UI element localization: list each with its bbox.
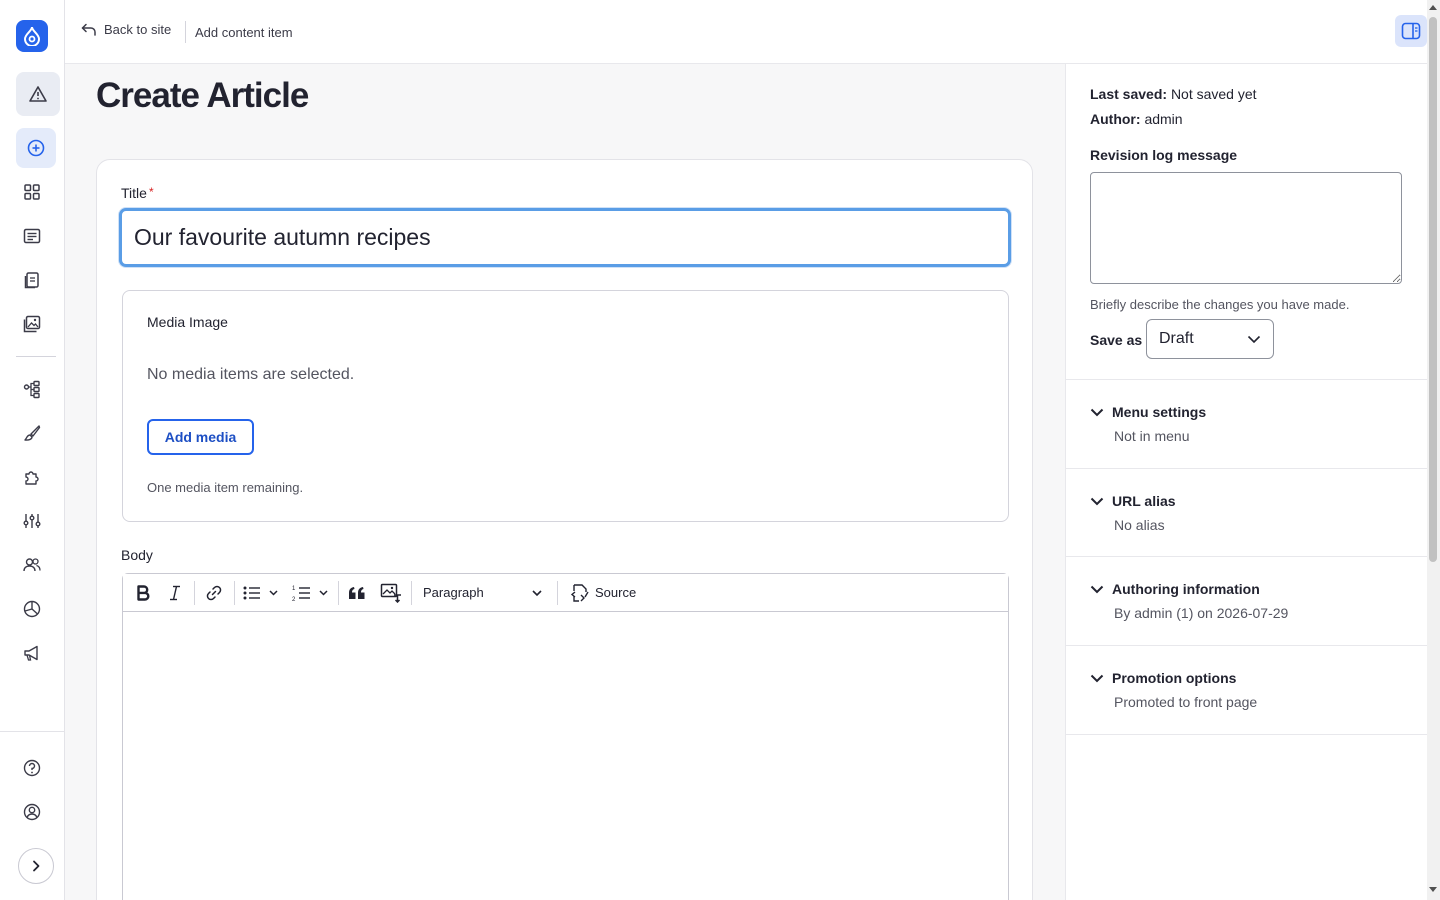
last-saved-label: Last saved: xyxy=(1090,86,1168,102)
revision-log-label: Revision log message xyxy=(1090,147,1238,163)
topbar-divider xyxy=(185,21,186,43)
editor-toolbar: 12 Paragraph Source xyxy=(123,574,1008,612)
sidebar-footer-divider xyxy=(0,731,65,732)
structure-icon[interactable] xyxy=(14,371,50,407)
top-bar: Back to site Add content item xyxy=(65,0,1427,64)
back-to-site-label: Back to site xyxy=(104,22,172,37)
insert-image-icon[interactable] xyxy=(377,580,405,606)
paragraph-chevron-down-icon[interactable] xyxy=(529,580,545,606)
revision-log-textarea[interactable] xyxy=(1090,172,1402,284)
drupal-logo-icon[interactable] xyxy=(16,20,48,52)
revision-log-help: Briefly describe the changes you have ma… xyxy=(1090,297,1350,312)
last-saved-value: Not saved yet xyxy=(1170,86,1257,102)
admin-sidebar xyxy=(0,0,65,900)
chevron-down-icon xyxy=(1090,585,1104,593)
link-icon[interactable] xyxy=(201,580,227,606)
url-alias-header[interactable]: URL alias xyxy=(1090,493,1176,509)
author-label: Author: xyxy=(1090,111,1141,127)
meta-sidebar-panel: Last saved: Not saved yet Author: admin … xyxy=(1065,64,1428,900)
author-value: admin xyxy=(1144,111,1183,127)
save-as-label: Save as xyxy=(1090,332,1143,348)
title-input[interactable] xyxy=(119,208,1011,267)
toolbar-separator xyxy=(557,581,558,605)
scroll-up-arrow-icon[interactable] xyxy=(1429,5,1437,10)
media-empty-message: No media items are selected. xyxy=(147,366,355,383)
dashboard-grid-icon[interactable] xyxy=(14,174,50,210)
promotion-options-title: Promotion options xyxy=(1112,670,1237,686)
announcements-megaphone-icon[interactable] xyxy=(14,635,50,671)
title-label-text: Title xyxy=(121,185,147,201)
bulleted-list-icon[interactable] xyxy=(241,580,283,606)
url-alias-section[interactable]: URL alias No alias xyxy=(1066,468,1428,556)
sidebar-divider xyxy=(16,356,56,357)
content-list-icon[interactable] xyxy=(14,218,50,254)
required-marker: * xyxy=(148,185,154,199)
authoring-information-title: Authoring information xyxy=(1112,581,1260,597)
promotion-options-section[interactable]: Promotion options Promoted to front page xyxy=(1066,645,1428,735)
toolbar-separator xyxy=(411,581,412,605)
toolbar-separator xyxy=(338,581,339,605)
menu-settings-section[interactable]: Menu settings Not in menu xyxy=(1066,379,1428,468)
chevron-down-icon xyxy=(1090,497,1104,505)
author-info: Author: admin xyxy=(1090,111,1183,127)
reports-pie-icon[interactable] xyxy=(14,591,50,627)
content-form-card: Title* Media Image No media items are se… xyxy=(96,159,1033,900)
media-image-label: Media Image xyxy=(147,314,228,330)
toggle-sidebar-panel-icon[interactable] xyxy=(1395,15,1427,47)
url-alias-title: URL alias xyxy=(1112,493,1176,509)
announcements-warning-icon[interactable] xyxy=(16,72,60,116)
create-content-plus-icon[interactable] xyxy=(16,128,56,168)
source-button[interactable]: Source xyxy=(595,585,636,600)
chevron-down-icon xyxy=(1247,335,1261,343)
files-icon[interactable] xyxy=(14,262,50,298)
url-alias-summary: No alias xyxy=(1114,517,1165,533)
chevron-down-icon xyxy=(1090,674,1104,682)
authoring-information-header[interactable]: Authoring information xyxy=(1090,581,1260,597)
save-as-value: Draft xyxy=(1159,330,1194,347)
blockquote-icon[interactable] xyxy=(344,580,370,606)
save-as-select[interactable]: Draft xyxy=(1146,319,1274,359)
scroll-down-arrow-icon[interactable] xyxy=(1429,887,1437,892)
media-image-field: Media Image No media items are selected.… xyxy=(122,290,1009,522)
back-to-site-link[interactable]: Back to site xyxy=(81,22,171,37)
menu-settings-title: Menu settings xyxy=(1112,404,1207,420)
toolbar-separator xyxy=(194,581,195,605)
promotion-options-summary: Promoted to front page xyxy=(1114,694,1258,710)
page-scrollbar[interactable] xyxy=(1427,0,1440,900)
scrollbar-thumb[interactable] xyxy=(1429,17,1437,562)
paragraph-format-dropdown[interactable]: Paragraph xyxy=(423,585,484,600)
body-editor: 12 Paragraph Source xyxy=(122,573,1009,900)
italic-icon[interactable] xyxy=(163,580,187,606)
numbered-list-icon[interactable]: 12 xyxy=(291,580,333,606)
extend-puzzle-icon[interactable] xyxy=(14,459,50,495)
bold-icon[interactable] xyxy=(131,580,155,606)
menu-settings-header[interactable]: Menu settings xyxy=(1090,404,1206,420)
authoring-information-summary: By admin (1) on 2026-07-29 xyxy=(1114,605,1289,621)
user-account-icon[interactable] xyxy=(14,794,50,830)
body-editable-area[interactable] xyxy=(123,613,1008,900)
title-field-label: Title * xyxy=(121,185,154,201)
source-code-icon[interactable] xyxy=(569,580,591,606)
authoring-information-section[interactable]: Authoring information By admin (1) on 20… xyxy=(1066,556,1428,645)
configuration-sliders-icon[interactable] xyxy=(14,503,50,539)
chevron-down-icon xyxy=(1090,408,1104,416)
menu-settings-summary: Not in menu xyxy=(1114,428,1190,444)
back-arrow-icon xyxy=(81,23,96,36)
page-title: Create Article xyxy=(96,76,309,115)
promotion-options-header[interactable]: Promotion options xyxy=(1090,670,1236,686)
page-breadcrumb: Add content item xyxy=(195,25,293,40)
last-saved-info: Last saved: Not saved yet xyxy=(1090,86,1257,102)
toolbar-separator xyxy=(234,581,235,605)
appearance-brush-icon[interactable] xyxy=(14,415,50,451)
media-remaining-hint: One media item remaining. xyxy=(147,480,304,495)
media-image-icon[interactable] xyxy=(14,306,50,342)
help-icon[interactable] xyxy=(14,750,50,786)
add-media-button[interactable]: Add media xyxy=(147,419,254,455)
svg-text:2: 2 xyxy=(292,597,296,602)
body-field-label: Body xyxy=(121,547,153,563)
expand-sidebar-chevron-right-icon[interactable] xyxy=(18,848,54,884)
people-icon[interactable] xyxy=(14,547,50,583)
svg-text:1: 1 xyxy=(292,586,296,592)
paragraph-format-label: Paragraph xyxy=(423,585,484,600)
